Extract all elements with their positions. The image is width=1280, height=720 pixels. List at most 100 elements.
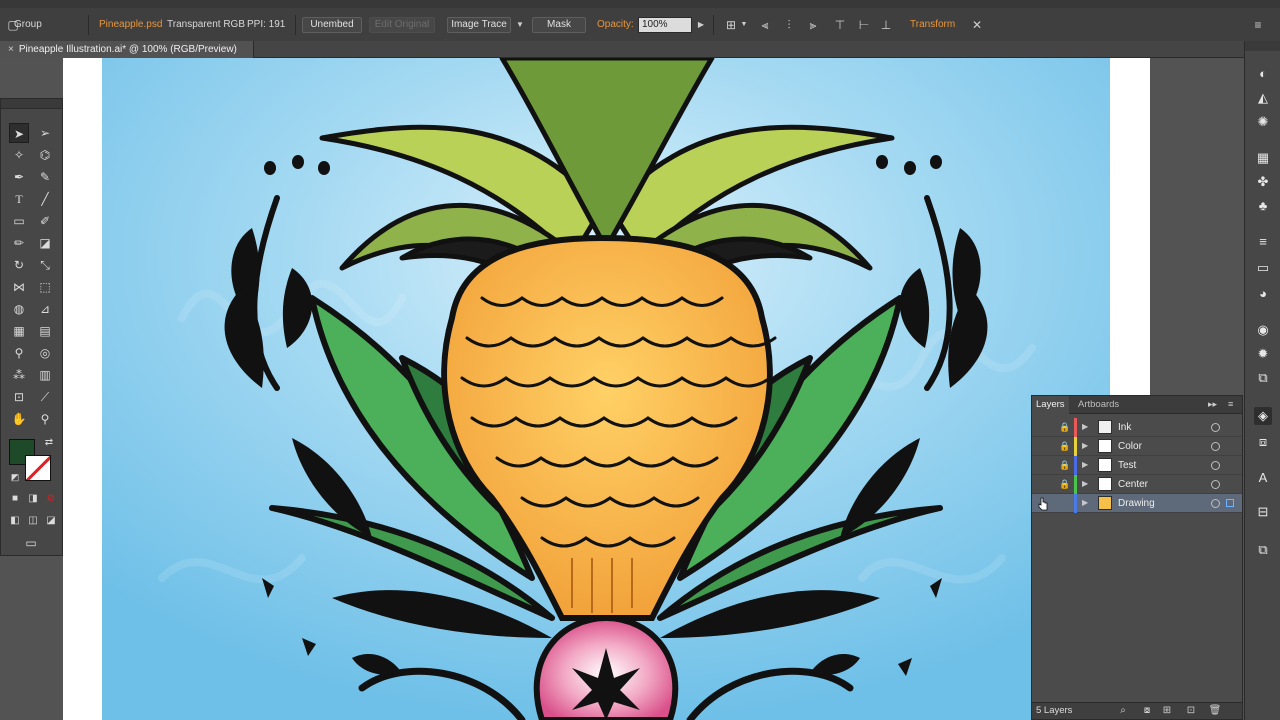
lock-icon[interactable] <box>1059 497 1069 509</box>
curvature-tool-icon[interactable]: ✎ <box>35 167 55 187</box>
lock-icon[interactable]: 🔒 <box>1059 478 1070 490</box>
tools-panel-grip[interactable] <box>1 99 62 109</box>
gradient-mode-icon[interactable]: ◨ <box>23 489 43 509</box>
layer-row-drawing[interactable]: ▶ Drawing <box>1032 494 1242 513</box>
visibility-toggle[interactable] <box>1038 478 1052 491</box>
transparency-icon[interactable]: ◕ <box>1254 285 1272 303</box>
opacity-label[interactable]: Opacity: <box>597 18 634 32</box>
selection-tool-icon[interactable]: ➤ <box>9 123 29 143</box>
gradient-tool-icon[interactable]: ▤ <box>35 321 55 341</box>
visibility-toggle[interactable] <box>1038 459 1052 472</box>
draw-behind-icon[interactable]: ◫ <box>23 511 43 531</box>
color-themes-icon[interactable]: ✺ <box>1254 113 1272 131</box>
zoom-tool-icon[interactable]: ⚲ <box>35 409 55 429</box>
tab-artboards[interactable]: Artboards <box>1074 396 1123 414</box>
layer-row-ink[interactable]: 🔒 ▶ Ink <box>1032 418 1242 437</box>
linked-file-link[interactable]: Pineapple.psd <box>99 18 162 32</box>
default-colors-icon[interactable]: ◩ <box>5 467 25 487</box>
paintbrush-tool-icon[interactable]: ✐ <box>35 211 55 231</box>
blend-tool-icon[interactable]: ◎ <box>35 343 55 363</box>
layer-name[interactable]: Center <box>1118 478 1148 491</box>
layer-row-center[interactable]: 🔒 ▶ Center <box>1032 475 1242 494</box>
layer-row-color[interactable]: 🔒 ▶ Color <box>1032 437 1242 456</box>
artboards-panel-icon[interactable]: ⧈ <box>1254 433 1272 451</box>
color-mode-icon[interactable]: ■ <box>5 489 25 509</box>
expand-arrow-icon[interactable]: ▶ <box>1082 421 1092 433</box>
tab-pineapple-illustration[interactable]: × Pineapple Illustration.ai* @ 100% (RGB/… <box>0 41 254 58</box>
isolate-icon[interactable]: ✕ <box>968 16 986 34</box>
align-panel-icon[interactable]: ⊟ <box>1254 503 1272 521</box>
target-icon[interactable] <box>1211 480 1220 489</box>
color-panel-icon[interactable]: ◐ <box>1254 65 1272 83</box>
draw-normal-icon[interactable]: ◧ <box>5 511 25 531</box>
target-icon[interactable] <box>1211 499 1220 508</box>
align-vertical-center-icon[interactable]: ⊢ <box>855 16 873 34</box>
line-tool-icon[interactable]: ╱ <box>35 189 55 209</box>
scale-tool-icon[interactable]: ⤡ <box>35 255 55 275</box>
layer-name[interactable]: Test <box>1118 459 1136 472</box>
tab-layers[interactable]: Layers <box>1032 396 1069 414</box>
create-sublayer-icon[interactable]: ⊞ <box>1160 704 1174 718</box>
edit-original-button[interactable]: Edit Original <box>369 17 435 33</box>
eyedropper-tool-icon[interactable]: ⚲ <box>9 343 29 363</box>
align-left-icon[interactable]: ⫷ <box>756 16 774 34</box>
make-clipping-mask-icon[interactable]: ⧇ <box>1140 704 1154 718</box>
screen-mode-icon[interactable]: ▭ <box>21 533 41 553</box>
pathfinder-icon[interactable]: ⧉ <box>1254 541 1272 559</box>
pen-tool-icon[interactable]: ✒ <box>9 167 29 187</box>
none-mode-icon[interactable]: ⊘ <box>41 489 61 509</box>
shape-builder-tool-icon[interactable]: ◍ <box>9 299 29 319</box>
character-panel-icon[interactable]: A <box>1254 469 1272 487</box>
expand-arrow-icon[interactable]: ▶ <box>1082 459 1092 471</box>
target-icon[interactable] <box>1211 423 1220 432</box>
image-trace-button[interactable]: Image Trace <box>447 17 511 33</box>
create-new-layer-icon[interactable]: ⊡ <box>1184 704 1198 718</box>
stroke-panel-icon[interactable]: ≡ <box>1254 233 1272 251</box>
draw-inside-icon[interactable]: ◪ <box>41 511 61 531</box>
mesh-tool-icon[interactable]: ▦ <box>9 321 29 341</box>
symbols-icon[interactable]: ♣ <box>1254 197 1272 215</box>
transform-link[interactable]: Transform <box>910 18 955 32</box>
layer-name[interactable]: Color <box>1118 440 1142 453</box>
delete-layer-icon[interactable]: 🗑 <box>1208 704 1222 718</box>
expand-arrow-icon[interactable]: ▶ <box>1082 440 1092 452</box>
width-tool-icon[interactable]: ⋈ <box>9 277 29 297</box>
eraser-tool-icon[interactable]: ◪ <box>35 233 55 253</box>
unembed-button[interactable]: Unembed <box>302 17 362 33</box>
gradient-panel-icon[interactable]: ▭ <box>1254 259 1272 277</box>
appearance-icon[interactable]: ◉ <box>1254 321 1272 339</box>
expand-arrow-icon[interactable]: ▶ <box>1082 497 1092 509</box>
artboard-tool-icon[interactable]: ⊡ <box>9 387 29 407</box>
align-right-icon[interactable]: ⫸ <box>804 16 822 34</box>
brushes-icon[interactable]: ✤ <box>1254 173 1272 191</box>
libraries-icon[interactable]: ⧉ <box>1254 369 1272 387</box>
layer-row-test[interactable]: 🔒 ▶ Test <box>1032 456 1242 475</box>
magic-wand-tool-icon[interactable]: ✧ <box>9 145 29 165</box>
visibility-toggle[interactable] <box>1038 421 1052 434</box>
opacity-arrow-icon[interactable]: ▶ <box>692 16 710 34</box>
opacity-input[interactable]: 100% <box>638 17 692 33</box>
type-tool-icon[interactable]: T <box>9 189 29 209</box>
expand-arrow-icon[interactable]: ▶ <box>1082 478 1092 490</box>
locate-object-icon[interactable]: ⌕ <box>1116 704 1130 718</box>
free-transform-tool-icon[interactable]: ⬚ <box>35 277 55 297</box>
panel-menu-icon[interactable]: ≡ <box>1249 16 1267 34</box>
visibility-toggle[interactable] <box>1038 440 1052 453</box>
lock-icon[interactable]: 🔒 <box>1059 440 1070 452</box>
close-icon[interactable]: × <box>8 44 14 55</box>
graphic-styles-icon[interactable]: ✹ <box>1254 345 1272 363</box>
layer-name[interactable]: Drawing <box>1118 497 1155 510</box>
lock-icon[interactable]: 🔒 <box>1059 421 1070 433</box>
align-horizontal-center-icon[interactable]: ⫶ <box>780 16 798 34</box>
color-guide-icon[interactable]: ◭ <box>1254 89 1272 107</box>
layer-name[interactable]: Ink <box>1118 421 1131 434</box>
lock-icon[interactable]: 🔒 <box>1059 459 1070 471</box>
slice-tool-icon[interactable]: ⟋ <box>35 387 55 407</box>
panel-menu-icon[interactable]: ≡ <box>1228 399 1233 409</box>
column-graph-tool-icon[interactable]: ▥ <box>35 365 55 385</box>
target-icon[interactable] <box>1211 461 1220 470</box>
symbol-sprayer-tool-icon[interactable]: ⁂ <box>9 365 29 385</box>
mask-button[interactable]: Mask <box>532 17 586 33</box>
collapse-panel-icon[interactable]: ▸▸ <box>1208 399 1217 410</box>
rectangle-tool-icon[interactable]: ▭ <box>9 211 29 231</box>
